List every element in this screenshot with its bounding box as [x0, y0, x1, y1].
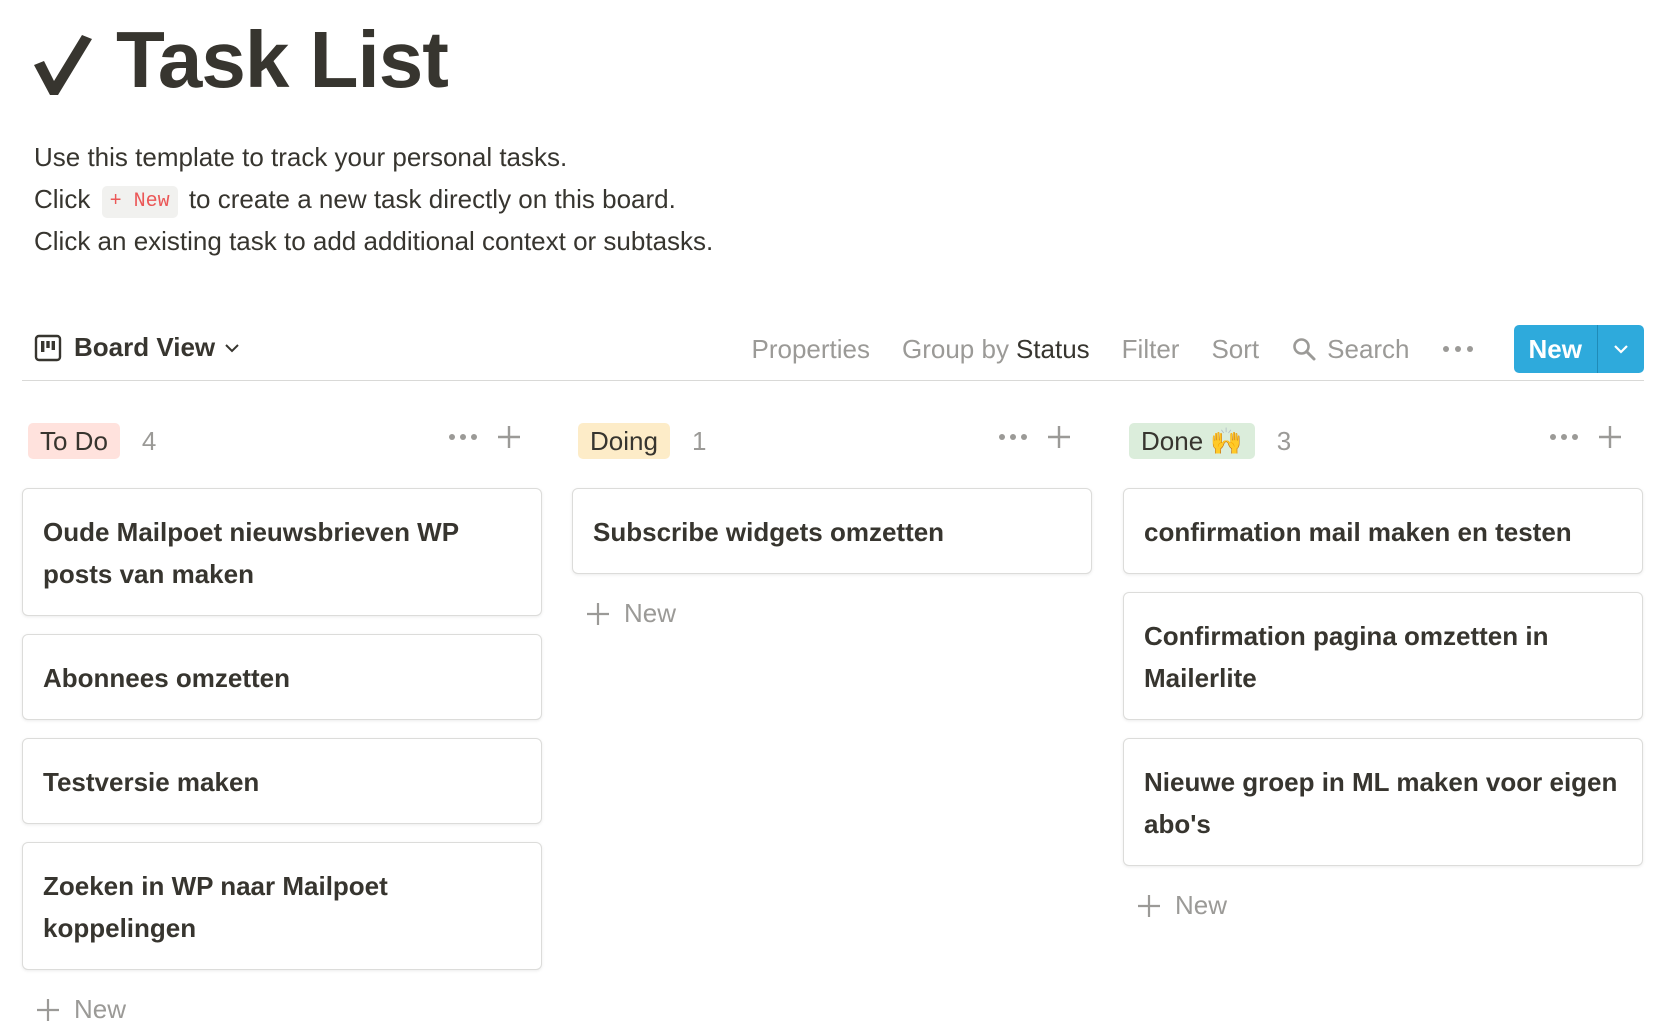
- plus-icon: [587, 602, 609, 625]
- new-button[interactable]: New: [1514, 325, 1597, 373]
- description-click-text: Click: [34, 184, 91, 214]
- column-actions: [998, 424, 1072, 450]
- add-new-label: New: [624, 598, 677, 628]
- view-switcher[interactable]: Board View: [34, 332, 241, 363]
- sort-button[interactable]: Sort: [1211, 334, 1259, 365]
- task-card[interactable]: Nieuwe groep in ML maken voor eigen abo'…: [1123, 738, 1643, 866]
- group-by-label: Group by: [902, 333, 1009, 364]
- description-line-3: Click an existing task to add additional…: [34, 226, 714, 256]
- status-tag-done[interactable]: Done 🙌: [1129, 423, 1255, 459]
- column-count: 1: [691, 425, 707, 456]
- chevron-down-icon: [1614, 345, 1628, 354]
- view-label: Board View: [74, 332, 216, 362]
- group-by-value: Status: [1015, 333, 1090, 364]
- board-column-todo: To Do 4 Oude Mailpoet nieuwsbrieven WP p…: [22, 420, 542, 1025]
- description-create-text: to create a new task directly on this bo…: [188, 184, 676, 214]
- task-card[interactable]: Subscribe widgets omzetten: [572, 488, 1092, 574]
- more-dots-icon[interactable]: [1549, 432, 1579, 442]
- chevron-down-icon: [225, 343, 239, 352]
- more-options-button[interactable]: [1442, 344, 1474, 354]
- board-column-done: Done 🙌 3 confirmation mail maken en test…: [1123, 420, 1643, 921]
- task-card[interactable]: Testversie maken: [22, 738, 542, 824]
- page-title[interactable]: Task List: [116, 20, 449, 100]
- search-button[interactable]: Search: [1291, 333, 1410, 365]
- properties-button[interactable]: Properties: [752, 334, 871, 365]
- column-header: To Do 4: [22, 420, 542, 462]
- board-column-doing: Doing 1 Subscribe widgets omzetten New: [572, 420, 1092, 629]
- search-label: Search: [1327, 333, 1410, 364]
- plus-icon[interactable]: [496, 424, 522, 450]
- card-list: Subscribe widgets omzetten: [572, 488, 1092, 574]
- add-new-card-button[interactable]: New: [1137, 890, 1643, 921]
- page-header: Task List: [30, 20, 449, 100]
- card-list: Oude Mailpoet nieuwsbrieven WP posts van…: [22, 488, 542, 970]
- plus-icon: [1138, 894, 1160, 917]
- inline-code-new: + New: [101, 186, 178, 218]
- column-header: Done 🙌 3: [1123, 420, 1643, 462]
- column-count: 3: [1276, 425, 1292, 456]
- add-new-label: New: [74, 994, 127, 1024]
- add-new-card-button[interactable]: New: [36, 994, 542, 1025]
- description-line-2: Click + New to create a new task directl…: [34, 178, 713, 220]
- task-card[interactable]: Oude Mailpoet nieuwsbrieven WP posts van…: [22, 488, 542, 616]
- status-tag-todo[interactable]: To Do: [28, 423, 120, 459]
- checkmark-icon: [34, 35, 92, 95]
- column-header: Doing 1: [572, 420, 1092, 462]
- plus-icon: [37, 998, 59, 1021]
- task-card[interactable]: Zoeken in WP naar Mailpoet koppelingen: [22, 842, 542, 970]
- search-icon: [1293, 338, 1316, 361]
- card-list: confirmation mail maken en testen Confir…: [1123, 488, 1643, 866]
- task-card[interactable]: Abonnees omzetten: [22, 634, 542, 720]
- plus-icon[interactable]: [1597, 424, 1623, 450]
- new-dropdown-button[interactable]: [1597, 325, 1644, 373]
- plus-icon[interactable]: [1046, 424, 1072, 450]
- more-dots-icon: [1442, 346, 1473, 352]
- toolbar-actions: Properties Group by Status Filter Sort S…: [720, 324, 1644, 374]
- add-new-card-button[interactable]: New: [586, 598, 1092, 629]
- group-by-button[interactable]: Group by Status: [902, 334, 1090, 365]
- more-dots-icon[interactable]: [448, 432, 478, 442]
- board-view-icon: [34, 334, 62, 361]
- add-new-label: New: [1175, 890, 1228, 920]
- description-line-1: Use this template to track your personal…: [34, 142, 568, 172]
- task-card[interactable]: confirmation mail maken en testen: [1123, 488, 1643, 574]
- column-actions: [1549, 424, 1623, 450]
- status-tag-doing[interactable]: Doing: [578, 423, 670, 459]
- filter-button[interactable]: Filter: [1122, 334, 1180, 365]
- more-dots-icon[interactable]: [998, 432, 1028, 442]
- database-toolbar: Board View Properties Group by Status Fi…: [22, 318, 1644, 381]
- task-card[interactable]: Confirmation pagina omzetten in Mailerli…: [1123, 592, 1643, 720]
- page-description: Use this template to track your personal…: [34, 136, 713, 262]
- new-button-group: New: [1513, 325, 1644, 373]
- column-actions: [448, 424, 522, 450]
- column-count: 4: [141, 425, 157, 456]
